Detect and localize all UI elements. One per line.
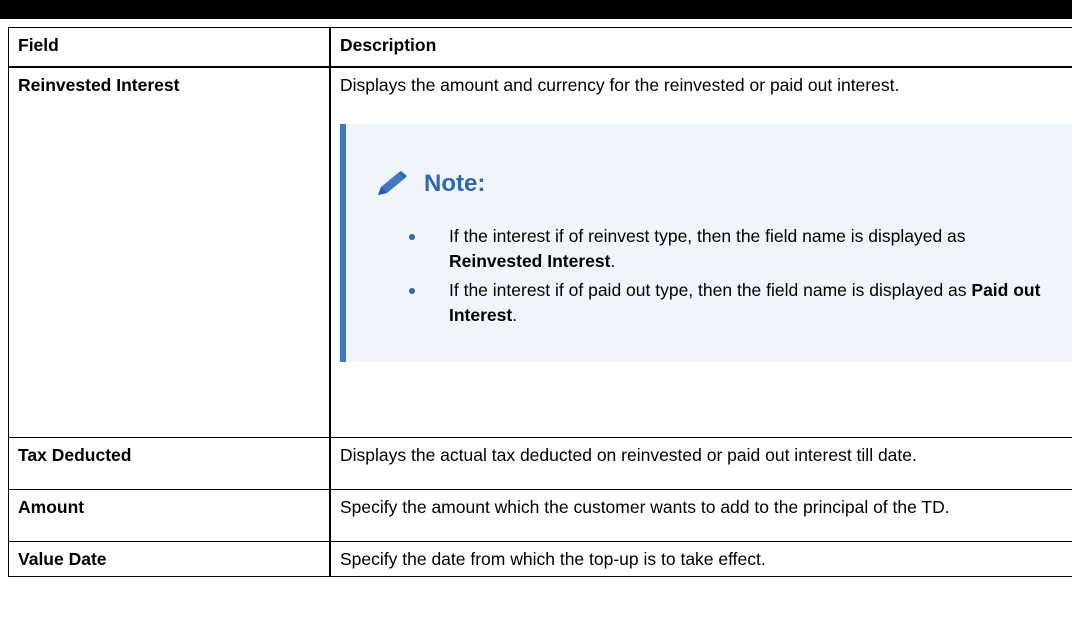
- field-name: Tax Deducted: [8, 436, 331, 490]
- note-item-bold: Reinvested Interest: [449, 250, 611, 271]
- description-cell: Displays the amount and currency for the…: [329, 66, 1072, 438]
- description-cell: Specify the amount which the customer wa…: [329, 488, 1072, 542]
- table-row: Amount Specify the amount which the cust…: [8, 488, 1072, 542]
- bullet-icon: [409, 233, 415, 240]
- note-title: Note:: [424, 169, 486, 197]
- note-box: Note: If the interest if of reinvest typ…: [340, 123, 1072, 362]
- description-cell: Displays the actual tax deducted on rein…: [329, 436, 1072, 490]
- note-heading: Note:: [376, 170, 485, 198]
- top-border-bar: [0, 0, 1072, 19]
- pencil-icon: [376, 170, 410, 197]
- bullet-icon: [409, 287, 415, 294]
- column-header-field: Field: [8, 27, 331, 68]
- table-row: Tax Deducted Displays the actual tax ded…: [8, 436, 1072, 490]
- field-name: Value Date: [8, 540, 331, 577]
- note-list: If the interest if of reinvest type, the…: [409, 224, 1049, 332]
- description-cell: Specify the date from which the top-up i…: [329, 540, 1072, 577]
- column-header-description: Description: [329, 27, 1072, 68]
- description-text: Displays the amount and currency for the…: [340, 74, 900, 95]
- note-list-item: If the interest if of paid out type, the…: [409, 278, 1049, 328]
- field-name: Reinvested Interest: [8, 66, 331, 438]
- note-list-item: If the interest if of reinvest type, the…: [409, 224, 1049, 274]
- table-header-row: Field Description: [8, 27, 1072, 68]
- field-name: Amount: [8, 488, 331, 542]
- table-row: Value Date Specify the date from which t…: [8, 540, 1072, 577]
- note-item-end: .: [512, 304, 518, 325]
- note-item-text: If the interest if of reinvest type, the…: [449, 225, 966, 246]
- note-item-text: If the interest if of paid out type, the…: [449, 279, 972, 300]
- fields-table: Field Description Reinvested Interest Di…: [8, 27, 1072, 577]
- note-item-end: .: [610, 250, 616, 271]
- table-row: Reinvested Interest Displays the amount …: [8, 66, 1072, 438]
